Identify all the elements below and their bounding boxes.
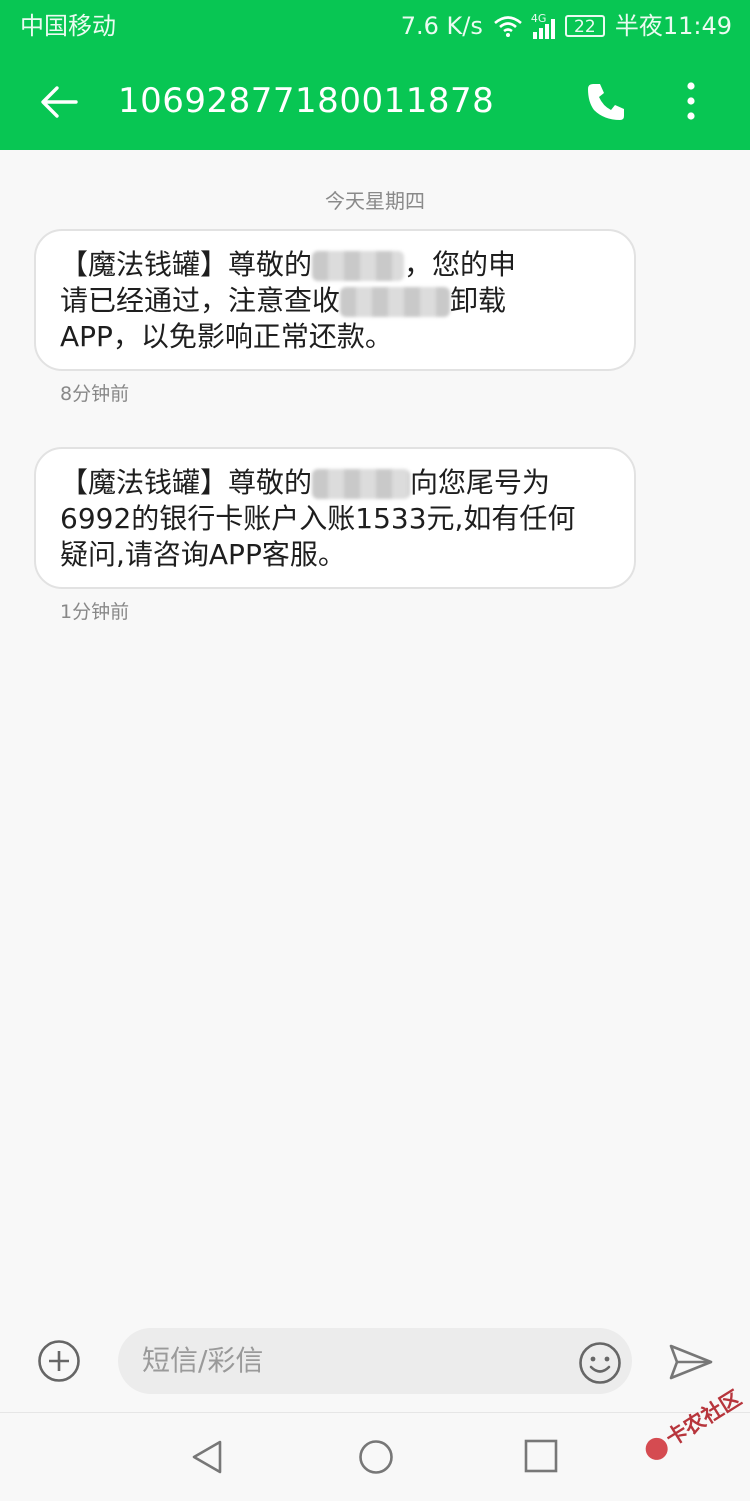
message-text: 【魔法钱罐】尊敬的 bbox=[60, 466, 313, 499]
send-icon[interactable] bbox=[668, 1342, 714, 1382]
message-line: APP，以免影响正常还款。 bbox=[60, 320, 393, 353]
message-text: 请已经通过，注意查收 bbox=[60, 284, 341, 317]
more-vertical-icon[interactable] bbox=[676, 79, 706, 123]
app-bar: 10692877180011878 bbox=[0, 52, 750, 150]
add-circle-icon[interactable] bbox=[37, 1339, 81, 1383]
message-line: 6992的银行卡账户入账1533元,如有任何 bbox=[60, 502, 576, 535]
network-type-label: 4G bbox=[530, 12, 547, 25]
back-arrow-icon[interactable] bbox=[38, 81, 80, 123]
nav-recent-icon[interactable] bbox=[524, 1439, 558, 1473]
redacted-text bbox=[312, 251, 405, 281]
message-text: ，您的申 bbox=[404, 248, 517, 281]
wifi-icon bbox=[493, 16, 522, 37]
message-line: 疑问,请咨询APP客服。 bbox=[60, 538, 346, 571]
message-input[interactable]: 短信/彩信 bbox=[118, 1328, 632, 1394]
message-line: 请已经通过，注意查收 卸载 bbox=[60, 283, 610, 319]
date-separator: 今天星期四 bbox=[325, 189, 425, 213]
message-line: 【魔法钱罐】尊敬的 向您尾号为 bbox=[60, 465, 610, 501]
clock: 半夜11:49 bbox=[614, 12, 732, 40]
message-text: 卸载 bbox=[450, 284, 507, 317]
message-time: 8分钟前 bbox=[60, 383, 130, 405]
status-bar: 中国移动 7.6 K/s 4G 22 半夜11:49 bbox=[0, 0, 750, 52]
compose-bar: 短信/彩信 bbox=[0, 1320, 750, 1406]
carrier-name: 中国移动 bbox=[20, 12, 116, 40]
battery-icon: 22 bbox=[564, 15, 605, 37]
phone-icon[interactable] bbox=[584, 80, 628, 124]
nav-back-icon[interactable] bbox=[190, 1439, 226, 1475]
message-bubble[interactable]: 【魔法钱罐】尊敬的 向您尾号为 6992的银行卡账户入账1533元,如有任何 疑问… bbox=[34, 447, 636, 589]
message-line: 【魔法钱罐】尊敬的 ，您的申 bbox=[60, 247, 610, 283]
redacted-text bbox=[340, 287, 451, 317]
network-speed: 7.6 K/s bbox=[400, 12, 483, 40]
emoji-icon[interactable] bbox=[578, 1341, 622, 1385]
message-text: 向您尾号为 bbox=[410, 466, 551, 499]
message-text: 【魔法钱罐】尊敬的 bbox=[60, 248, 313, 281]
signal-icon: 4G bbox=[530, 12, 555, 39]
redacted-text bbox=[312, 469, 411, 499]
status-right: 7.6 K/s 4G 22 半夜11:49 bbox=[401, 0, 732, 52]
message-time: 1分钟前 bbox=[60, 601, 130, 623]
nav-home-icon[interactable] bbox=[358, 1439, 394, 1475]
message-bubble[interactable]: 【魔法钱罐】尊敬的 ，您的申 请已经通过，注意查收 卸载 APP，以免影响正常还款。 bbox=[34, 229, 636, 371]
sender-number: 10692877180011878 bbox=[118, 81, 495, 121]
system-nav-bar bbox=[0, 1412, 750, 1501]
